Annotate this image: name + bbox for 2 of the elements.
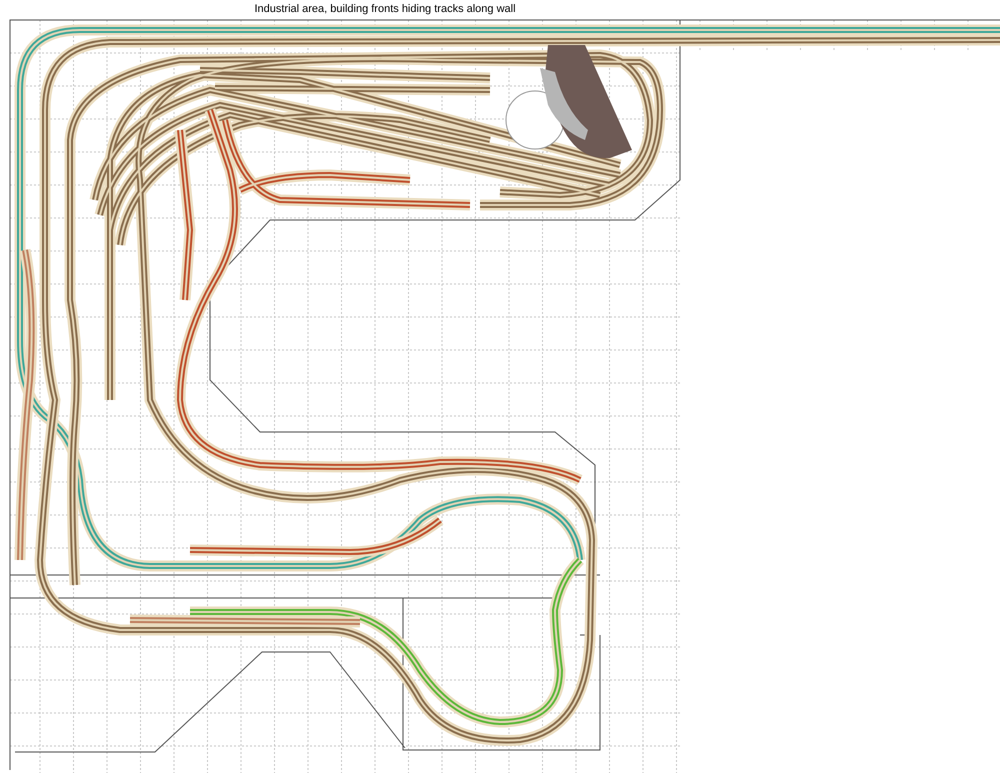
- turntable: [506, 90, 564, 150]
- plan-title: Industrial area, building fronts hiding tracks along wall: [254, 3, 516, 16]
